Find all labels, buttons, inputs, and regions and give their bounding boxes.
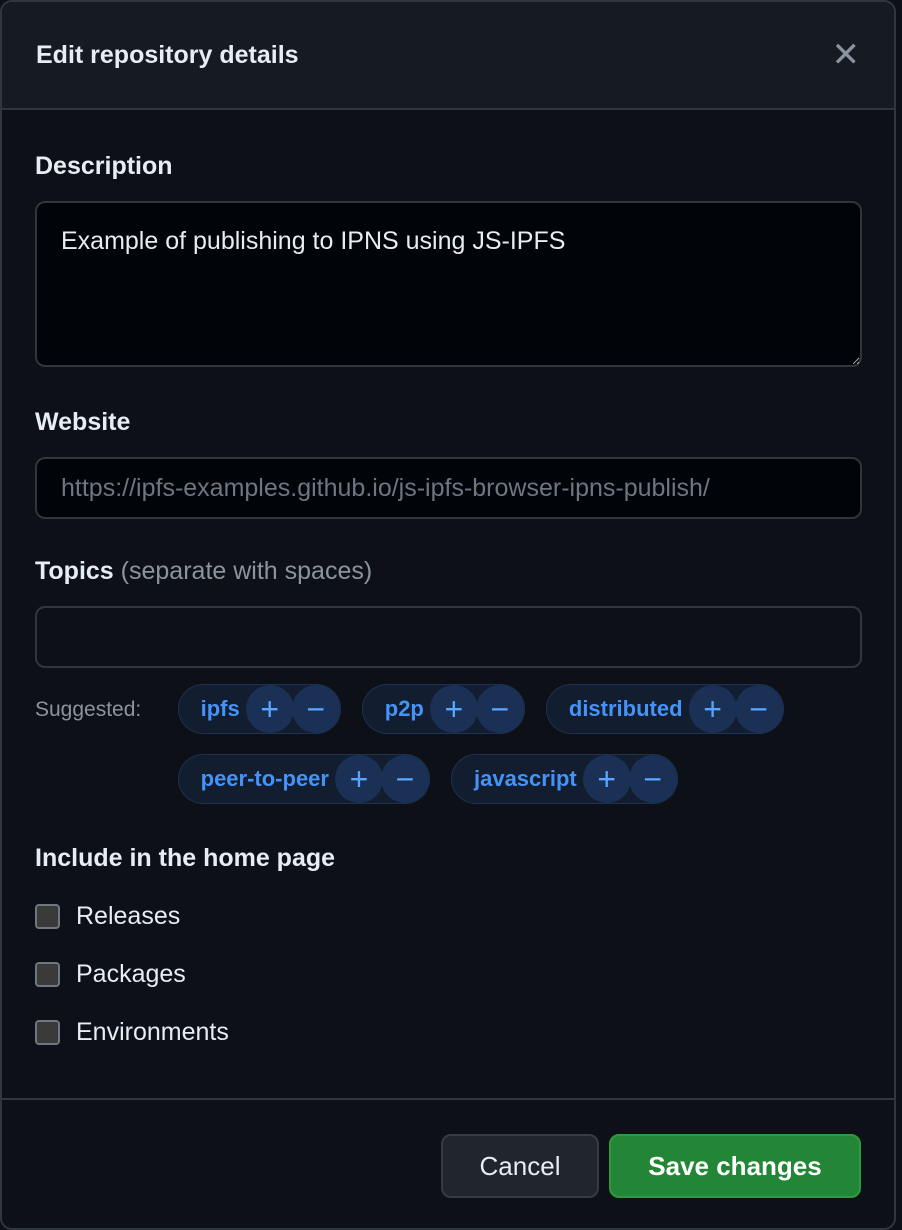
checkbox-label: Releases	[76, 901, 181, 930]
plus-icon[interactable]: +	[582, 755, 631, 803]
topic-label: p2p	[384, 696, 424, 721]
background-page	[895, 0, 902, 1230]
topic-chip-distributed: distributed + −	[545, 684, 784, 734]
minus-icon[interactable]: −	[475, 685, 524, 733]
minus-icon[interactable]: −	[380, 755, 429, 803]
plus-icon[interactable]: +	[429, 685, 478, 733]
checkbox[interactable]	[35, 903, 60, 929]
topics-label: Topics (separate with spaces)	[35, 557, 861, 586]
plus-icon[interactable]: +	[688, 685, 737, 733]
edit-repository-dialog: Edit repository details ✕ Description Ex…	[0, 0, 896, 1230]
dialog-footer: Cancel Save changes	[2, 1098, 894, 1228]
checkbox-label: Packages	[76, 959, 186, 988]
topic-label: ipfs	[200, 696, 240, 721]
topic-chip-p2p: p2p + −	[361, 684, 525, 734]
cancel-button[interactable]: Cancel	[441, 1134, 599, 1198]
checkbox[interactable]	[35, 961, 60, 987]
checkbox[interactable]	[35, 1019, 60, 1045]
topic-label: javascript	[473, 766, 577, 791]
topics-hint: (separate with spaces)	[120, 557, 373, 585]
save-changes-button[interactable]: Save changes	[609, 1134, 861, 1198]
topic-label: peer-to-peer	[200, 766, 329, 791]
minus-icon[interactable]: −	[628, 755, 677, 803]
checkbox-releases[interactable]: Releases	[35, 887, 861, 945]
checkbox-label: Environments	[76, 1017, 229, 1046]
suggested-label: Suggested:	[35, 698, 142, 721]
topic-chip-peer-to-peer: peer-to-peer + −	[177, 754, 430, 804]
plus-icon[interactable]: +	[245, 685, 294, 733]
close-icon[interactable]: ✕	[832, 38, 861, 72]
topics-label-text: Topics	[35, 557, 114, 585]
plus-icon[interactable]: +	[334, 755, 383, 803]
topic-chip-ipfs: ipfs + −	[177, 684, 341, 734]
checkbox-environments[interactable]: Environments	[35, 1003, 861, 1061]
topic-chip-javascript: javascript + −	[450, 754, 678, 804]
dialog-header: Edit repository details ✕	[2, 2, 894, 110]
topic-label: distributed	[568, 696, 683, 721]
dialog-title: Edit repository details	[36, 40, 299, 69]
suggested-topics: Suggested: ipfs + − p2p + − distributed + − peer-…	[35, 684, 861, 804]
description-field[interactable]: Example of publishing to IPNS using JS-I…	[35, 201, 862, 367]
checkbox-packages[interactable]: Packages	[35, 945, 861, 1003]
home-page-label: Include in the home page	[35, 844, 336, 872]
minus-icon[interactable]: −	[734, 685, 783, 733]
minus-icon[interactable]: −	[291, 685, 340, 733]
website-label: Website	[35, 408, 131, 436]
description-label: Description	[35, 152, 173, 180]
website-field[interactable]	[35, 457, 862, 519]
topics-field[interactable]	[35, 606, 862, 668]
